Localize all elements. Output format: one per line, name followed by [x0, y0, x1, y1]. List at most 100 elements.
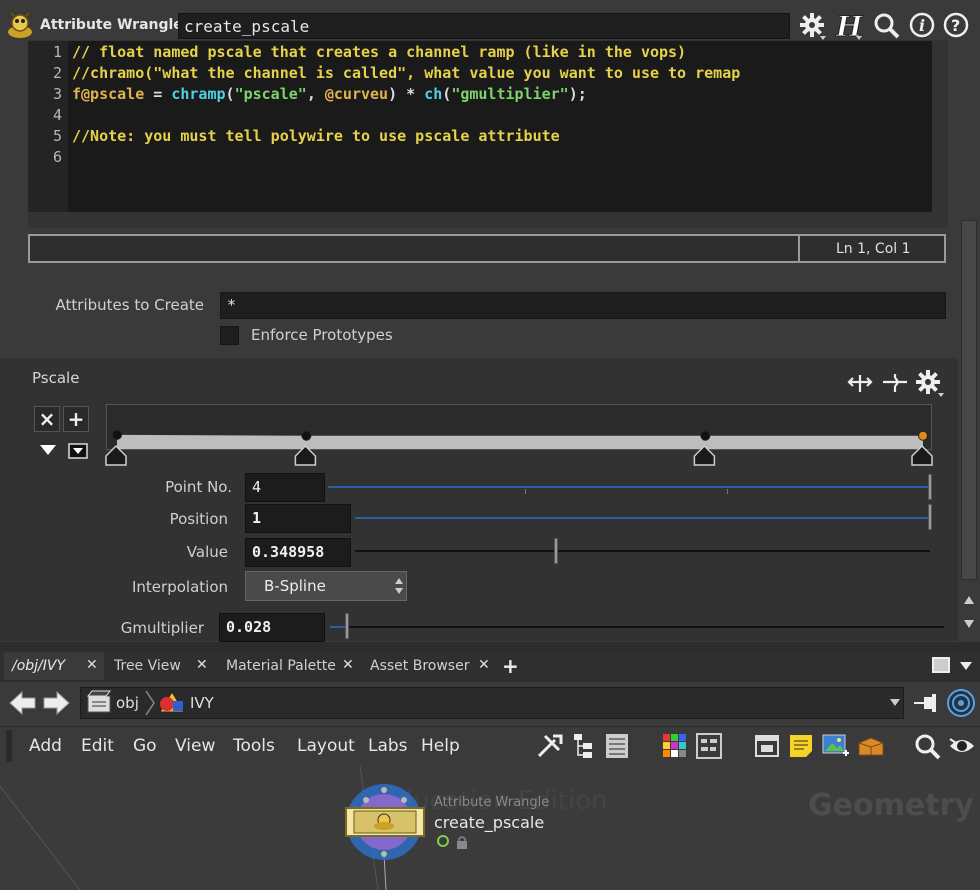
asset-box-icon[interactable]	[856, 733, 886, 759]
wrangle-node[interactable]	[344, 780, 428, 862]
search-icon[interactable]	[872, 10, 902, 42]
list-view-icon[interactable]	[605, 732, 629, 760]
tab-network-view[interactable]: /obj/IVY ✕	[4, 652, 104, 680]
position-field[interactable]: 1	[245, 504, 351, 533]
line-number: 3	[52, 85, 62, 103]
ramp-key-marker[interactable]	[693, 444, 716, 466]
menu-grip[interactable]	[6, 730, 12, 762]
background-image-icon[interactable]	[822, 733, 850, 759]
ramp-key-marker[interactable]	[105, 444, 127, 466]
path-dropdown-icon[interactable]	[888, 694, 902, 710]
node-name-caption[interactable]: create_pscale	[434, 813, 544, 832]
info-icon[interactable]: i	[908, 10, 938, 42]
tree-layout-icon[interactable]	[571, 732, 595, 760]
obj-context-icon	[86, 690, 112, 714]
ramp-key-marker[interactable]	[911, 444, 933, 466]
svg-text:i: i	[919, 16, 925, 35]
tab-material-palette[interactable]: Material Palette ✕	[218, 652, 360, 680]
forward-arrow-icon[interactable]	[41, 689, 71, 717]
ramp-gear-icon[interactable]	[914, 368, 946, 398]
ramp-key-markers[interactable]	[100, 444, 940, 468]
ramp-reverse-icon[interactable]	[880, 370, 910, 396]
node-shapes-icon[interactable]	[696, 733, 722, 759]
slider-tick	[727, 489, 728, 494]
point-no-slider-handle[interactable]	[928, 474, 932, 500]
tools-icon[interactable]	[535, 732, 565, 760]
point-no-slider-track[interactable]	[328, 486, 930, 488]
close-tab-icon[interactable]: ✕	[86, 657, 98, 673]
collapse-arrow-icon[interactable]	[38, 442, 58, 458]
gmultiplier-slider-track[interactable]	[330, 626, 944, 628]
parameter-scrollbar-thumb[interactable]	[961, 220, 977, 580]
ramp-key-point[interactable]	[112, 429, 122, 440]
attributes-to-create-field[interactable]: *	[220, 292, 946, 319]
pin-icon[interactable]	[912, 690, 944, 716]
eye-icon[interactable]	[948, 733, 976, 759]
position-slider-track[interactable]	[355, 517, 930, 519]
enforce-prototypes-checkbox[interactable]	[220, 326, 239, 345]
gear-icon[interactable]	[798, 10, 828, 42]
help-icon[interactable]: ?	[942, 10, 972, 42]
value-field[interactable]: 0.348958	[245, 538, 351, 567]
scroll-up-arrow-icon[interactable]	[961, 590, 977, 610]
network-search-icon[interactable]	[914, 733, 942, 761]
vex-code-editor[interactable]: 1 2 3 4 5 6 // float named pscale that c…	[28, 40, 932, 213]
pscale-ramp-label: Pscale	[32, 369, 80, 387]
node-name-field[interactable]: create_pscale	[178, 13, 790, 39]
editor-horizontal-scrollbar[interactable]	[28, 212, 948, 228]
link-indicator-icon[interactable]	[946, 688, 976, 718]
slider-tick	[525, 489, 526, 494]
menu-add[interactable]: Add	[29, 736, 62, 756]
menu-go[interactable]: Go	[133, 736, 157, 756]
position-label: Position	[169, 510, 228, 528]
value-slider-track[interactable]	[355, 550, 930, 552]
gmultiplier-slider-handle[interactable]	[345, 613, 350, 639]
value-slider-handle[interactable]	[553, 538, 558, 564]
ramp-flip-icon[interactable]	[845, 370, 875, 396]
tab-label: Asset Browser	[370, 658, 470, 674]
menu-edit[interactable]: Edit	[81, 736, 114, 756]
close-tab-icon[interactable]: ✕	[478, 657, 490, 673]
ramp-key-point[interactable]	[918, 430, 928, 441]
value-slider-fill	[355, 550, 556, 552]
scroll-down-arrow-icon[interactable]	[961, 614, 977, 634]
breadcrumb-obj[interactable]: obj	[116, 694, 139, 712]
ramp-key-point[interactable]	[700, 430, 711, 441]
sticky-note-icon[interactable]	[788, 733, 814, 759]
gmultiplier-field[interactable]: 0.028	[219, 613, 325, 642]
menu-tools[interactable]: Tools	[233, 736, 275, 756]
tab-tree-view[interactable]: Tree View ✕	[106, 652, 216, 680]
breadcrumb-separator-icon	[144, 690, 156, 716]
svg-text:?: ?	[951, 16, 960, 35]
position-slider-handle[interactable]	[928, 504, 932, 530]
tab-asset-browser[interactable]: Asset Browser ✕	[362, 652, 496, 680]
pane-menu-arrow-icon[interactable]	[958, 658, 974, 672]
breadcrumb-ivy[interactable]: IVY	[190, 694, 214, 712]
node-type-caption: Attribute Wrangle	[434, 795, 550, 810]
network-box-icon[interactable]	[754, 733, 780, 759]
dropdown-stepper-icon[interactable]	[393, 575, 405, 597]
close-tab-icon[interactable]: ✕	[342, 657, 354, 673]
tab-label: /obj/IVY	[12, 658, 66, 674]
add-tab-icon[interactable]: +	[502, 654, 522, 678]
ramp-key-marker[interactable]	[294, 444, 317, 466]
code-token: (	[442, 85, 452, 103]
pane-maximize-icon[interactable]	[932, 657, 950, 673]
menu-view[interactable]: View	[175, 736, 215, 756]
code-token: @curveu	[324, 85, 389, 103]
editor-vertical-scrollbar[interactable]	[932, 40, 948, 212]
ramp-key-point[interactable]	[301, 430, 312, 441]
pane-splitter[interactable]	[0, 642, 980, 650]
add-key-button[interactable]: +	[63, 406, 89, 432]
menu-layout[interactable]: Layout	[297, 736, 355, 756]
interpolation-dropdown[interactable]: B-Spline	[245, 571, 407, 601]
ramp-menu-icon[interactable]	[67, 442, 89, 460]
point-no-field[interactable]: 4	[245, 473, 325, 502]
menu-labs[interactable]: Labs	[368, 736, 408, 756]
close-tab-icon[interactable]: ✕	[196, 657, 208, 673]
color-palette-icon[interactable]	[662, 733, 688, 759]
back-arrow-icon[interactable]	[8, 689, 38, 717]
houdini-help-icon[interactable]: H	[834, 10, 865, 44]
menu-help[interactable]: Help	[421, 736, 460, 756]
delete-key-button[interactable]: ×	[34, 406, 60, 432]
